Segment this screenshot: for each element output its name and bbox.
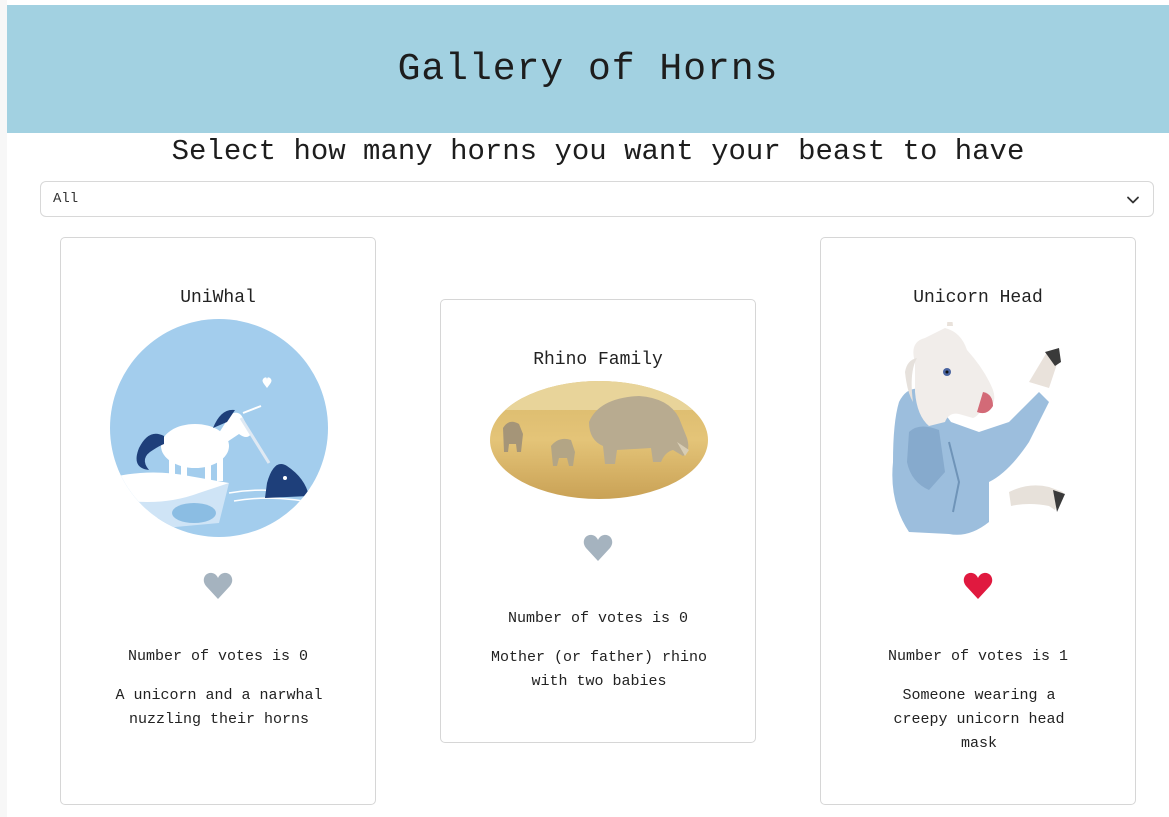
beast-image[interactable] [889,322,1069,538]
heart-icon[interactable] [202,570,234,602]
heart-icon[interactable] [582,532,614,564]
card-description: Someone wearing a creepy unicorn head ma… [893,687,1065,752]
vote-count: Number of votes is 0 [127,648,309,665]
beast-image[interactable] [109,318,329,538]
card-title: Rhino Family [533,350,663,370]
card-description: A unicorn and a narwhal nuzzling their h… [115,687,323,728]
heart-icon[interactable] [962,570,994,602]
page-header: Gallery of Horns [7,5,1169,133]
horns-select-value: All [53,191,79,207]
beast-card[interactable]: Unicorn Head Number of votes is 1 Someon… [820,237,1136,805]
filter-prompt: Select how many horns you want your beas… [171,135,1025,168]
beast-card[interactable]: Rhino Family Number of votes is 0 Mother… [440,299,756,743]
card-title: UniWhal [180,288,256,308]
chevron-down-icon [1127,196,1139,204]
horns-select[interactable]: All [40,181,1154,217]
card-description: Mother (or father) rhino with two babies [490,649,708,690]
vote-count: Number of votes is 1 [887,648,1069,665]
beast-image[interactable] [489,380,709,500]
card-title: Unicorn Head [913,288,1043,308]
vote-count: Number of votes is 0 [507,610,689,627]
page-title: Gallery of Horns [397,47,779,91]
beast-card[interactable]: UniWhal Number of votes is 0 A unicorn a… [60,237,376,805]
page-edge [0,0,7,817]
